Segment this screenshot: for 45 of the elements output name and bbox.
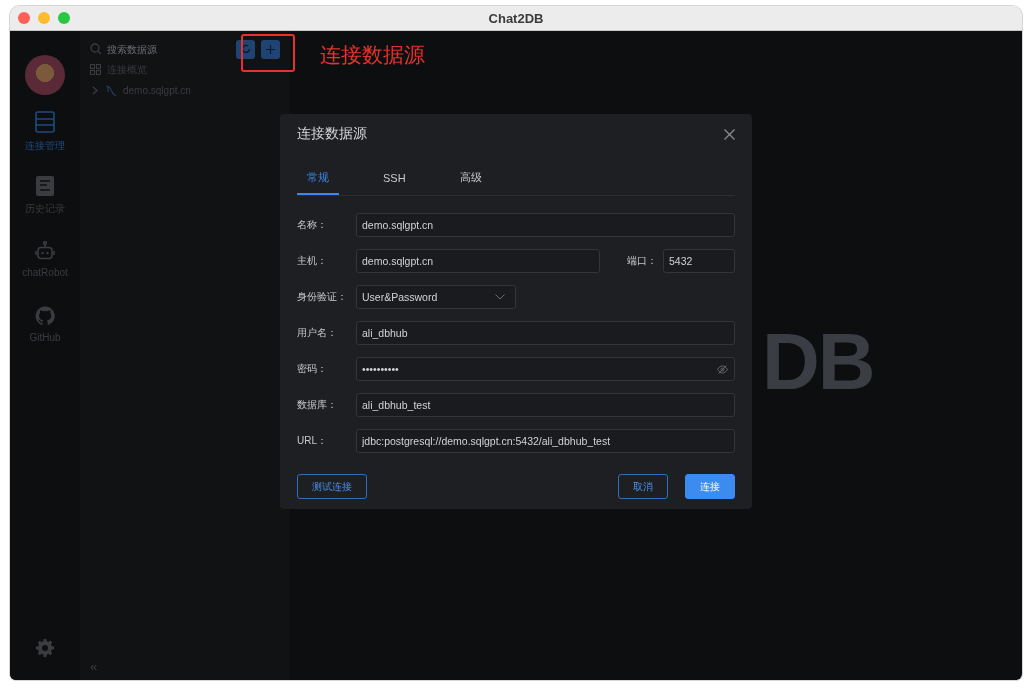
highlight-frame	[241, 34, 295, 72]
field-label: URL：	[297, 434, 328, 448]
dialog-tab[interactable]: SSH	[373, 166, 416, 195]
minimize-window-button[interactable]	[38, 12, 50, 24]
settings-icon[interactable]	[36, 639, 54, 657]
annotation-text: 连接数据源	[320, 42, 425, 68]
password-field[interactable]: ••••••••••	[356, 357, 735, 381]
dialog-tab[interactable]: 常规	[297, 166, 339, 195]
text-field[interactable]: demo.sqlgpt.cn	[356, 213, 735, 237]
dialog-title: 连接数据源	[297, 125, 367, 143]
avatar[interactable]	[25, 55, 65, 95]
database-icon	[35, 111, 55, 133]
eye-slash-icon[interactable]	[717, 364, 728, 374]
chevron-down-icon	[495, 294, 505, 300]
elephant-icon	[105, 84, 117, 97]
text-field[interactable]: jdbc:postgresql://demo.sqlgpt.cn:5432/ali_dbhub_test	[356, 429, 735, 453]
host-field[interactable]: demo.sqlgpt.cn	[356, 249, 600, 273]
dialog-button[interactable]: 取消	[618, 474, 668, 499]
robot-icon	[35, 241, 55, 261]
plus-icon	[266, 44, 275, 54]
close-icon[interactable]	[724, 128, 735, 140]
window-title: Chat2DB	[488, 10, 544, 26]
grid-icon	[90, 64, 101, 75]
field-label: 数据库：	[297, 398, 338, 412]
refresh-icon	[240, 44, 251, 54]
field-label: 身份验证：	[297, 290, 348, 304]
field-label: 端口：	[627, 254, 657, 268]
field-label: 用户名：	[297, 326, 338, 340]
connect-button[interactable]: 连接	[685, 474, 735, 499]
auth-dropdown[interactable]: User&Password	[356, 285, 516, 309]
document-icon	[36, 176, 54, 196]
field-label: 名称：	[297, 218, 328, 232]
port-field[interactable]: 5432	[663, 249, 735, 273]
zoom-window-button[interactable]	[58, 12, 70, 24]
add-button[interactable]	[261, 39, 280, 59]
github-icon	[35, 306, 55, 326]
text-field[interactable]: ali_dbhub	[356, 321, 735, 345]
close-window-button[interactable]	[18, 12, 30, 24]
text-field[interactable]: ali_dbhub_test	[356, 393, 735, 417]
field-label: 主机：	[297, 254, 328, 268]
search-icon	[90, 43, 102, 55]
field-label: 密码：	[297, 362, 328, 376]
dialog-tab[interactable]: 高级	[449, 166, 492, 195]
search-field[interactable]: 搜索数据源	[90, 43, 230, 55]
dialog-button[interactable]: 测试连接	[297, 474, 367, 499]
